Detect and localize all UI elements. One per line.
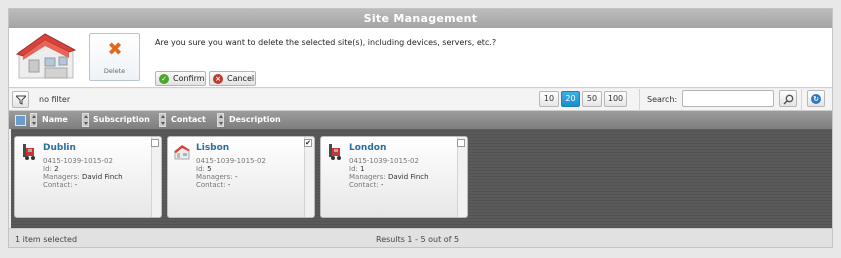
site-code: 0415-1039-1015-02 bbox=[43, 157, 113, 165]
id-label: Id: bbox=[349, 165, 358, 173]
site-name[interactable]: London bbox=[349, 143, 386, 153]
contact-label: Contact: bbox=[349, 181, 379, 189]
managers-label: Managers: bbox=[43, 173, 80, 181]
site-contact: - bbox=[227, 181, 231, 189]
site-card-lisbon[interactable]: Lisbon 0415-1039-1015-02 Id: 5 Managers:… bbox=[167, 136, 315, 218]
managers-label: Managers: bbox=[196, 173, 233, 181]
site-id: 2 bbox=[54, 165, 59, 173]
managers-label: Managers: bbox=[349, 173, 386, 181]
select-checkbox[interactable] bbox=[457, 139, 465, 147]
list-toolbar: no filter 10 20 50 100 Search: ↻ bbox=[9, 89, 832, 111]
window-title: Site Management bbox=[9, 9, 832, 28]
site-name[interactable]: Dublin bbox=[43, 143, 76, 153]
site-card-grid: Dublin 0415-1039-1015-02 Id: 2 Managers:… bbox=[11, 129, 832, 228]
site-managers: David Finch bbox=[387, 173, 429, 181]
selection-count: 1 item selected bbox=[15, 235, 78, 244]
page-size-10[interactable]: 10 bbox=[539, 91, 559, 107]
forklift-icon bbox=[329, 144, 341, 160]
delete-action-tile[interactable]: ✖ Delete bbox=[89, 33, 140, 81]
toolbar-divider bbox=[801, 89, 802, 111]
funnel-icon bbox=[16, 95, 26, 105]
site-managers: David Finch bbox=[81, 173, 123, 181]
refresh-icon: ↻ bbox=[811, 94, 821, 104]
cancel-icon: × bbox=[213, 74, 223, 84]
building-icon bbox=[15, 33, 77, 79]
site-name[interactable]: Lisbon bbox=[196, 143, 229, 153]
filter-button[interactable] bbox=[12, 91, 29, 108]
delete-x-icon: ✖ bbox=[107, 39, 123, 60]
confirmation-message: Are you sure you want to delete the sele… bbox=[155, 38, 497, 47]
sort-arrows-icon[interactable] bbox=[217, 113, 224, 127]
card-scrollbar[interactable] bbox=[304, 137, 314, 217]
column-name[interactable]: Name bbox=[42, 111, 68, 129]
card-scrollbar[interactable] bbox=[457, 137, 467, 217]
page-size-100[interactable]: 100 bbox=[604, 91, 627, 107]
cancel-button[interactable]: × Cancel bbox=[209, 71, 256, 86]
site-card-london[interactable]: London 0415-1039-1015-02 Id: 1 Managers:… bbox=[320, 136, 468, 218]
search-button[interactable] bbox=[779, 90, 797, 107]
site-contact: - bbox=[380, 181, 384, 189]
sort-arrows-icon[interactable] bbox=[159, 113, 166, 127]
column-contact[interactable]: Contact bbox=[171, 111, 206, 129]
column-description[interactable]: Description bbox=[229, 111, 281, 129]
results-summary: Results 1 - 5 out of 5 bbox=[376, 235, 460, 244]
select-checkbox-checked[interactable]: ✔ bbox=[304, 139, 312, 147]
filter-status: no filter bbox=[39, 95, 71, 104]
site-card-dublin[interactable]: Dublin 0415-1039-1015-02 Id: 2 Managers:… bbox=[14, 136, 162, 218]
check-icon: ✓ bbox=[159, 74, 169, 84]
id-label: Id: bbox=[196, 165, 205, 173]
cancel-button-label: Cancel bbox=[227, 74, 255, 83]
site-managers: - bbox=[234, 173, 238, 181]
forklift-icon bbox=[23, 144, 35, 160]
search-label: Search: bbox=[647, 95, 678, 104]
sort-arrows-icon[interactable] bbox=[30, 113, 37, 127]
page-size-50[interactable]: 50 bbox=[582, 91, 602, 107]
id-label: Id: bbox=[43, 165, 52, 173]
confirm-button[interactable]: ✓ Confirm bbox=[155, 71, 206, 86]
card-scrollbar[interactable] bbox=[151, 137, 161, 217]
site-management-window: Site Management ✖ Delete Are you sure yo… bbox=[8, 8, 833, 248]
site-id: 5 bbox=[207, 165, 212, 173]
column-header-bar: Name Subscription Contact Description bbox=[9, 111, 832, 129]
delete-confirmation-panel: ✖ Delete Are you sure you want to delete… bbox=[9, 28, 832, 88]
confirm-button-label: Confirm bbox=[173, 74, 205, 83]
building-icon bbox=[174, 145, 190, 160]
toolbar-divider bbox=[639, 89, 640, 111]
status-bar: 1 item selected Results 1 - 5 out of 5 bbox=[9, 228, 832, 247]
sort-arrows-icon[interactable] bbox=[82, 113, 89, 127]
delete-action-label: Delete bbox=[103, 67, 126, 75]
search-input[interactable] bbox=[682, 90, 774, 107]
view-layout-icon[interactable] bbox=[15, 115, 26, 126]
site-code: 0415-1039-1015-02 bbox=[196, 157, 266, 165]
site-id: 1 bbox=[360, 165, 365, 173]
refresh-button[interactable]: ↻ bbox=[807, 90, 825, 107]
site-code: 0415-1039-1015-02 bbox=[349, 157, 419, 165]
contact-label: Contact: bbox=[196, 181, 226, 189]
site-contact: - bbox=[74, 181, 78, 189]
column-subscription[interactable]: Subscription bbox=[93, 111, 150, 129]
page-size-20[interactable]: 20 bbox=[561, 91, 580, 107]
select-checkbox[interactable] bbox=[151, 139, 159, 147]
magnifier-icon bbox=[783, 94, 794, 105]
contact-label: Contact: bbox=[43, 181, 73, 189]
